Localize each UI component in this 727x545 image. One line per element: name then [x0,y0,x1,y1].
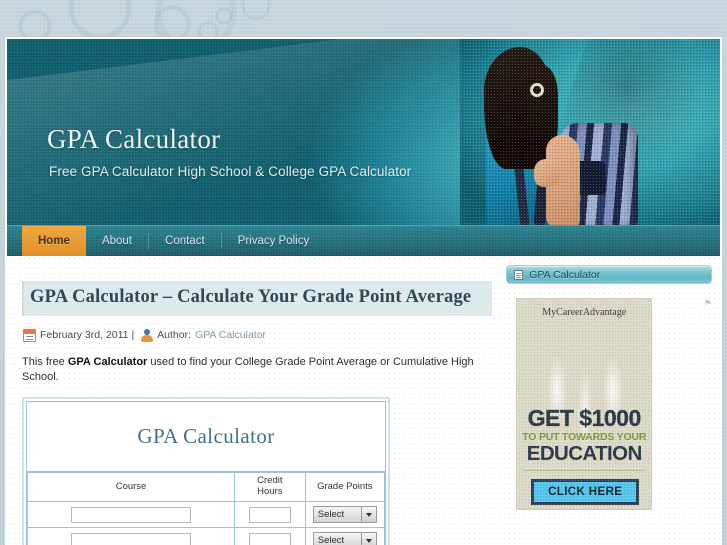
post-date: February 3rd, 2011 | [40,329,135,342]
cell-grade-points: Select [304,527,386,545]
document-icon [514,269,524,280]
credit-line-1: Credit [257,475,283,487]
credit-hours-input[interactable] [248,506,291,523]
table-row: Select [26,527,386,545]
primary-navigation: Home About Contact Privacy Policy [7,225,720,256]
post-author-link[interactable]: GPA Calculator [195,329,266,341]
main-area: GPA Calculator – Calculate Your Grade Po… [7,256,720,545]
gpa-calculator-form: GPA Calculator Course Credit Hours Grade … [22,397,390,545]
grade-points-select[interactable]: Select [312,506,377,524]
calculator-heading-area: GPA Calculator [27,402,385,473]
course-input[interactable] [71,532,192,545]
calendar-icon [23,328,36,342]
ad-emphasis: EDUCATION [526,442,643,465]
credit-hours-input[interactable] [248,532,291,545]
sidebar: GPA Calculator ⚑ MyCareerAdvantage GET $… [502,256,720,545]
cell-course [26,527,236,545]
sidebar-widget-title: GPA Calculator [529,268,601,281]
course-input[interactable] [71,506,192,523]
ad-divider [523,470,646,471]
cell-credit-hours [234,527,306,545]
ad-brand: MyCareerAdvantage [542,307,627,318]
sidebar-tiny-glyph: ⚑ [703,298,712,308]
column-header-grade-points: Grade Points [304,472,386,503]
grade-points-value: Select [317,509,345,521]
table-header-row: Course Credit Hours Grade Points [26,472,386,503]
sidebar-widget-gpa-calculator[interactable]: GPA Calculator [506,265,712,284]
calculator-inner-frame: GPA Calculator Course Credit Hours Grade … [26,401,386,545]
user-icon [141,328,154,342]
grade-points-value: Select [317,535,345,545]
cell-course [26,501,236,529]
advertisement-banner[interactable]: MyCareerAdvantage GET $1000 TO PUT TOWAR… [516,298,653,510]
column-header-credit-hours: Credit Hours [234,472,306,503]
post-body-bold: GPA Calculator [67,355,148,368]
content-column: GPA Calculator – Calculate Your Grade Po… [7,256,502,545]
chevron-down-icon [360,533,376,545]
page-title: GPA Calculator – Calculate Your Grade Po… [22,281,493,317]
ad-cta-button[interactable]: CLICK HERE [531,479,640,505]
post-body: This free GPA Calculator used to find yo… [22,355,492,385]
post-body-part1: This free [22,355,68,368]
cell-credit-hours [234,501,306,529]
ad-cta-label: CLICK HERE [534,482,637,502]
post-meta: February 3rd, 2011 | Author: GPA Calcula… [23,328,492,342]
nav-item-contact[interactable]: Contact [149,226,221,256]
grade-points-select[interactable]: Select [312,532,377,545]
nav-item-home[interactable]: Home [22,226,86,256]
chevron-down-icon [360,507,376,523]
ad-headline: GET $1000 [527,405,641,431]
table-row: Select [26,501,386,529]
site-wrapper: GPA Calculator Free GPA Calculator High … [5,37,722,545]
nav-item-about[interactable]: About [86,226,148,256]
banner-grain [7,39,720,225]
nav-item-privacy-policy[interactable]: Privacy Policy [222,226,326,256]
credit-line-2: Hours [257,486,283,498]
site-header-banner: GPA Calculator Free GPA Calculator High … [7,39,720,225]
calculator-table: Course CreditHours Grade Points Select [26,472,386,545]
column-header-course: Course [26,472,236,503]
cell-grade-points: Select [304,501,386,529]
calculator-heading: GPA Calculator [137,424,275,449]
post-author-label: Author: [157,329,192,342]
